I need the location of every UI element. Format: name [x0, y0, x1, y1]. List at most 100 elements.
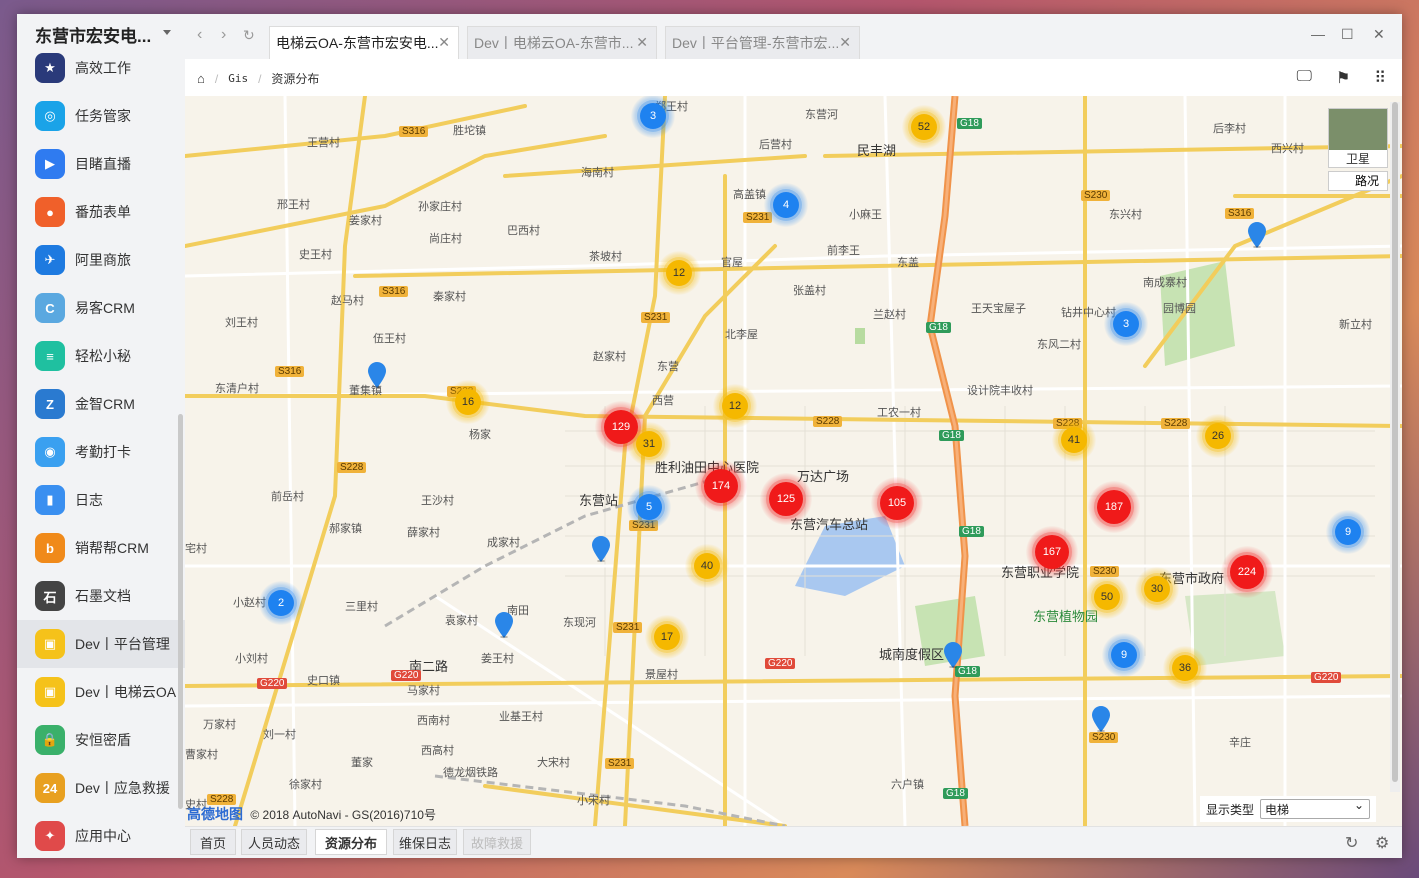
resource-cluster[interactable]: 12	[657, 251, 701, 295]
sidebar-app-item[interactable]: ★ 高效工作	[17, 44, 185, 92]
map-place-label: 业基王村	[499, 711, 543, 723]
map-scrollbar[interactable]	[1390, 102, 1400, 792]
refresh-icon[interactable]: ↻	[1345, 833, 1358, 853]
map-place-label: 前岳村	[271, 491, 304, 503]
map-place-label: 城南度假区	[879, 647, 945, 662]
play-icon: ▶	[35, 149, 65, 179]
resource-cluster[interactable]: 9	[1102, 633, 1146, 677]
traffic-toggle[interactable]: 路况	[1328, 171, 1388, 191]
resource-cluster[interactable]: 30	[1135, 567, 1179, 611]
sidebar-app-item[interactable]: ◎ 任务管家	[17, 92, 185, 140]
resource-cluster[interactable]: 125	[760, 473, 812, 525]
sidebar-app-item[interactable]: ● 番茄表单	[17, 188, 185, 236]
monitor-icon[interactable]: 🖵	[1297, 68, 1312, 88]
resource-cluster[interactable]: 105	[871, 477, 923, 529]
sidebar-app-item[interactable]: ◉ 考勤打卡	[17, 428, 185, 476]
sidebar-app-item[interactable]: 石石墨文档	[17, 572, 185, 620]
sidebar-app-label: 安恒密盾	[75, 732, 131, 748]
resource-cluster[interactable]: 224	[1221, 546, 1273, 598]
map-place-label: 胜坨镇	[453, 125, 486, 137]
sidebar-scrollbar[interactable]	[178, 414, 183, 809]
resource-cluster[interactable]: 3	[631, 96, 675, 138]
resource-cluster[interactable]: 3	[1104, 302, 1148, 346]
satellite-label: 卫星	[1329, 150, 1387, 167]
map-place-label: 伍王村	[373, 333, 406, 345]
gear-icon[interactable]: ⚙	[1375, 833, 1389, 853]
main-area: ‹ › ↻ 电梯云OA-东营市宏安电... ✕ Dev丨电梯云OA-东营市... ✕…	[185, 14, 1402, 858]
sidebar-app-item[interactable]: ✦ 应用中心	[17, 812, 185, 858]
sidebar-app-item[interactable]: C 易客CRM	[17, 284, 185, 332]
map-copyright: 高德地图 © 2018 AutoNavi - GS(2016)710号	[187, 804, 436, 824]
bottom-tab[interactable]: 人员动态	[241, 829, 307, 855]
tab-dev-elevator-oa[interactable]: Dev丨电梯云OA-东营市... ✕	[467, 26, 657, 59]
resource-cluster[interactable]: 52	[902, 105, 946, 149]
sidebar-app-item[interactable]: 24 Dev丨应急救援	[17, 764, 185, 812]
close-icon[interactable]: ✕	[636, 34, 648, 51]
resource-cluster[interactable]: 2	[259, 581, 303, 625]
resource-cluster[interactable]: 9	[1326, 510, 1370, 554]
sidebar-app-item[interactable]: ▶ 目睹直播	[17, 140, 185, 188]
map-pin-icon[interactable]	[944, 642, 962, 668]
sidebar-app-item[interactable]: ✈ 阿里商旅	[17, 236, 185, 284]
cluster-count: 3	[640, 103, 666, 129]
map-place-label: 秦家村	[433, 291, 466, 303]
gis-map[interactable]: 胜坨镇郑王村王营村海南村后营村民丰湖高盖镇小麻王孙家庄村邢王村姜家村尚庄村巴西村…	[185, 96, 1402, 826]
map-place-label: 郝家镇	[329, 523, 362, 535]
close-icon[interactable]: ✕	[839, 34, 851, 51]
resource-cluster[interactable]: 187	[1088, 481, 1140, 533]
close-icon[interactable]: ✕	[438, 34, 450, 51]
sidebar-app-item[interactable]: ▣ Dev丨电梯云OA	[17, 668, 185, 716]
display-type-select[interactable]: 电梯	[1260, 798, 1370, 819]
resource-cluster[interactable]: 40	[685, 544, 729, 588]
sidebar-app-item[interactable]: ▮ 日志	[17, 476, 185, 524]
resource-cluster[interactable]: 12	[713, 384, 757, 428]
resource-cluster[interactable]: 26	[1196, 414, 1240, 458]
resource-cluster[interactable]: 17	[645, 615, 689, 659]
map-pin-icon[interactable]	[368, 362, 386, 388]
bottom-tab-bar: 首页 人员动态 资源分布 维保日志 故障救援 ↻ ⚙	[185, 826, 1402, 858]
resource-cluster[interactable]: 16	[446, 380, 490, 424]
resource-cluster[interactable]: 50	[1085, 575, 1129, 619]
sidebar-app-item[interactable]: 🔒 安恒密盾	[17, 716, 185, 764]
map-pin-icon[interactable]	[1248, 222, 1266, 248]
sidebar-app-item[interactable]: b 销帮帮CRM	[17, 524, 185, 572]
resource-cluster[interactable]: 167	[1026, 526, 1078, 578]
map-place-label: 民丰湖	[857, 143, 897, 158]
satellite-toggle[interactable]: 卫星	[1328, 108, 1388, 168]
sidebar-app-item[interactable]: Z 金智CRM	[17, 380, 185, 428]
map-place-label: 设计院丰收村	[967, 385, 1033, 397]
map-pin-icon[interactable]	[592, 536, 610, 562]
sidebar-app-item[interactable]: ▣ Dev丨平台管理	[17, 620, 185, 668]
map-type-switcher: 卫星 路况	[1328, 108, 1388, 191]
bottom-tab[interactable]: 维保日志	[393, 829, 457, 855]
bottom-tab[interactable]: 资源分布	[315, 829, 387, 855]
road-shield: S230	[1081, 190, 1111, 201]
resource-cluster[interactable]: 5	[627, 485, 671, 529]
tab-dev-platform[interactable]: Dev丨平台管理-东营市宏... ✕	[665, 26, 860, 59]
grid-menu-icon[interactable]: ⠿	[1374, 68, 1386, 88]
sidebar-app-item[interactable]: ≡ 轻松小秘	[17, 332, 185, 380]
maximize-icon[interactable]: ☐	[1341, 26, 1354, 43]
forward-icon[interactable]: ›	[221, 26, 226, 44]
close-window-icon[interactable]: ✕	[1373, 26, 1385, 43]
refresh-icon[interactable]: ↻	[243, 27, 255, 44]
resource-cluster[interactable]: 4	[764, 183, 808, 227]
bottom-tab[interactable]: 首页	[190, 829, 236, 855]
resource-cluster[interactable]: 36	[1163, 646, 1207, 690]
map-pin-icon[interactable]	[495, 612, 513, 638]
cluster-count: 9	[1335, 519, 1361, 545]
tab-label: Dev丨平台管理-东营市宏...	[672, 35, 840, 51]
road-shield: G18	[959, 526, 984, 537]
copyright-text: © 2018 AutoNavi - GS(2016)710号	[250, 808, 436, 822]
map-icon[interactable]: ⚑	[1336, 68, 1350, 88]
breadcrumb-gis[interactable]: Gis	[228, 72, 248, 85]
home-icon[interactable]: ⌂	[197, 71, 205, 86]
tab-elevator-oa[interactable]: 电梯云OA-东营市宏安电... ✕	[269, 26, 459, 59]
resource-cluster[interactable]: 174	[695, 460, 747, 512]
map-pin-icon[interactable]	[1092, 706, 1110, 732]
minimize-icon[interactable]: —	[1311, 26, 1325, 42]
map-place-label: 东营站	[579, 493, 619, 508]
resource-cluster[interactable]: 41	[1052, 418, 1096, 462]
back-icon[interactable]: ‹	[197, 26, 202, 44]
location-icon: ◉	[35, 437, 65, 467]
